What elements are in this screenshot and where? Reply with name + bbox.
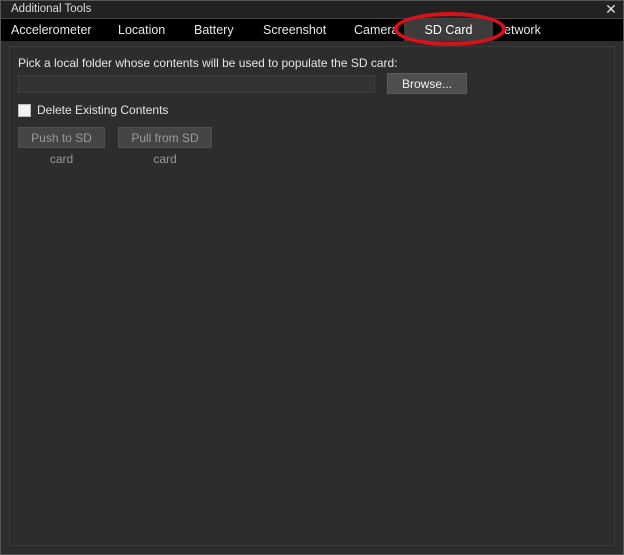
tab-screenshot[interactable]: Screenshot [263,19,326,41]
tab-battery[interactable]: Battery [194,19,234,41]
delete-existing-checkbox[interactable] [18,104,31,117]
tab-sd-card[interactable]: SD Card [404,19,493,41]
tab-location[interactable]: Location [118,19,165,41]
tab-bar: Accelerometer Location Battery Screensho… [1,19,623,41]
pull-from-sd-card-button[interactable]: Pull from SD card [118,127,212,166]
tab-network[interactable]: Network [503,19,563,41]
sd-card-panel [9,46,615,546]
tab-camera[interactable]: Camera [354,19,398,41]
folder-path-input[interactable] [18,75,375,93]
window-title: Additional Tools [11,3,92,15]
sd-card-instruction: Pick a local folder whose contents will … [18,56,398,70]
tab-accelerometer[interactable]: Accelerometer [11,19,92,41]
browse-button[interactable]: Browse... [387,73,467,94]
push-to-sd-card-button[interactable]: Push to SD card [18,127,105,166]
delete-existing-label: Delete Existing Contents [37,103,169,117]
title-bar[interactable]: Additional Tools ✕ [1,1,623,19]
close-icon[interactable]: ✕ [604,1,618,17]
